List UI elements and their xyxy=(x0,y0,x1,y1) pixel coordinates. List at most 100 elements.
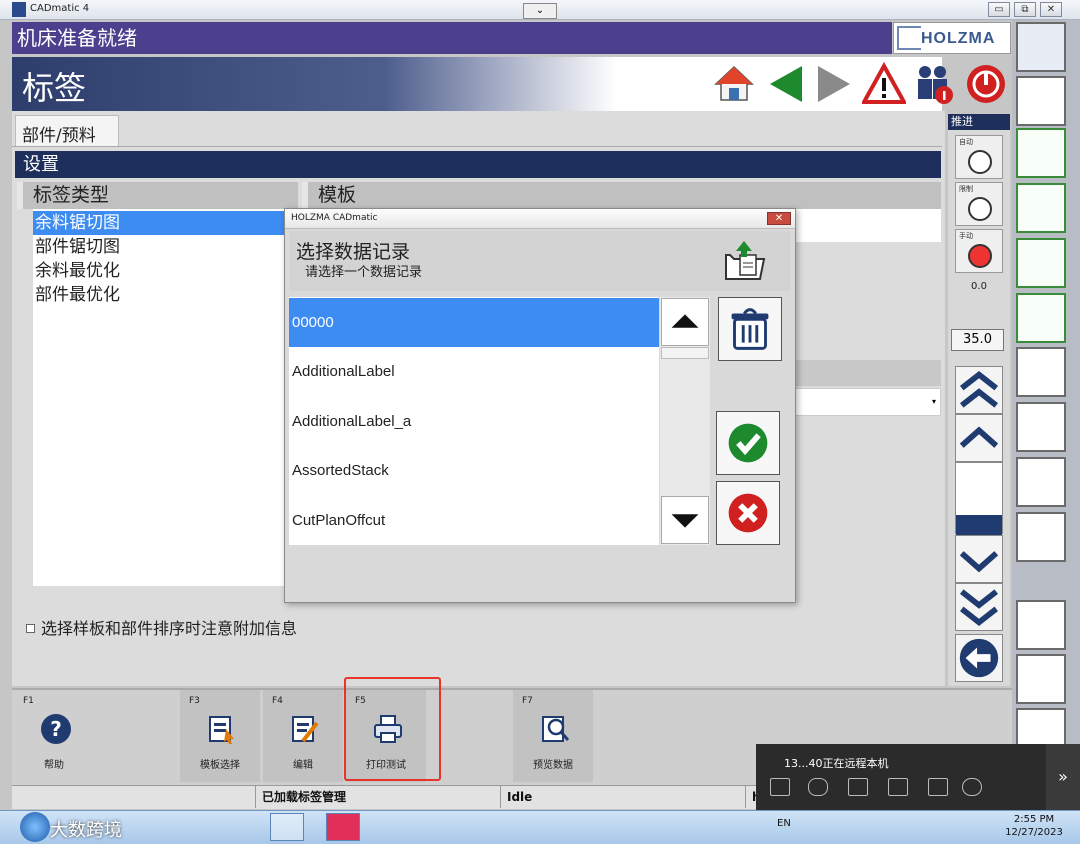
list-item[interactable]: 部件锯切图 xyxy=(33,235,285,259)
expand-panel-button[interactable]: » xyxy=(1046,744,1080,814)
watermark-text: 大数跨境 xyxy=(50,820,122,841)
scoring-saw-icon[interactable] xyxy=(1016,238,1066,288)
list-item[interactable]: AdditionalLabel xyxy=(289,347,659,396)
label-type-list: 余料锯切图 部件锯切图 余料最优化 部件最优化 xyxy=(33,209,285,586)
fkey-caption: 模板选择 xyxy=(200,760,240,771)
list-item[interactable]: AssortedStack xyxy=(289,446,659,495)
alignment-icon[interactable] xyxy=(1016,512,1066,562)
emergency-stop-icon[interactable] xyxy=(964,62,1008,106)
spindle-icon[interactable] xyxy=(1016,402,1066,452)
text-icon[interactable] xyxy=(888,778,908,796)
manual-mode-button[interactable]: 手动 xyxy=(955,229,1003,273)
edit-icon xyxy=(292,716,319,743)
list-item[interactable]: 余料锯切图 xyxy=(33,211,285,235)
list-item[interactable]: CutPlanOffcut xyxy=(289,496,659,545)
down-icon[interactable] xyxy=(955,535,1003,583)
slider-thumb[interactable] xyxy=(956,515,1002,535)
scrollbar-thumb[interactable] xyxy=(661,347,709,359)
limit-mode-button[interactable]: 限制 xyxy=(955,182,1003,226)
f1-help-button[interactable]: F1 ? 帮助 xyxy=(14,690,94,782)
hand-icon xyxy=(968,244,992,268)
fkey-label: F7 xyxy=(522,696,533,706)
warning-icon[interactable] xyxy=(862,62,906,106)
speed-value-box: 35.0 xyxy=(951,329,1004,351)
auto-mode-label: 自动 xyxy=(959,138,973,146)
calculator-app-icon[interactable] xyxy=(172,813,206,841)
template-select-icon xyxy=(209,716,234,744)
machine-layout-icon[interactable] xyxy=(1016,22,1066,72)
close-window-button[interactable]: ✕ xyxy=(1040,2,1062,17)
keyboard-icon[interactable] xyxy=(848,778,868,796)
push-panel-header: 推进 xyxy=(948,114,1010,130)
f7-preview-data-button[interactable]: F7 预览数据 xyxy=(513,690,593,782)
grid-icon[interactable] xyxy=(1016,600,1066,650)
fkey-caption: 编辑 xyxy=(293,760,313,771)
tab-parts-offcuts[interactable]: 部件/预料 xyxy=(15,115,119,147)
back-arrow-icon[interactable] xyxy=(764,62,808,106)
saw-settings-icon[interactable] xyxy=(1016,347,1066,397)
speed-readout: 0.0 xyxy=(971,281,987,292)
start-button-icon[interactable] xyxy=(20,812,50,842)
fast-down-icon[interactable] xyxy=(955,583,1003,631)
scroll-down-icon[interactable] xyxy=(661,496,709,544)
chat-icon[interactable] xyxy=(770,778,790,796)
dialog-title: HOLZMA CADmatic xyxy=(285,209,795,229)
saw-carriage-icon[interactable] xyxy=(1016,457,1066,507)
maintenance-icon[interactable] xyxy=(1016,654,1066,704)
delete-trash-icon[interactable] xyxy=(718,297,782,361)
scroll-up-icon[interactable] xyxy=(661,298,709,346)
clamp-icon[interactable] xyxy=(1016,128,1066,178)
list-item[interactable]: 00000 xyxy=(289,298,659,347)
list-item[interactable]: AdditionalLabel_a xyxy=(289,397,659,446)
remote-app-icon[interactable] xyxy=(326,813,360,841)
list-item[interactable]: 余料最优化 xyxy=(33,259,285,283)
status-message: 已加载标签管理 xyxy=(255,786,500,808)
page-title: 标签 xyxy=(22,69,87,107)
minimize-button[interactable]: ▭ xyxy=(988,2,1010,17)
list-item[interactable]: 部件最优化 xyxy=(33,283,285,307)
up-icon[interactable] xyxy=(955,414,1003,462)
fkey-caption: 帮助 xyxy=(44,760,64,771)
taskbar-clock[interactable]: 2:55 PM 12/27/2023 xyxy=(1000,813,1068,839)
machine-status-bar: 机床准备就绪 xyxy=(12,22,892,54)
main-saw-icon[interactable] xyxy=(1016,293,1066,343)
microphone-icon[interactable] xyxy=(808,778,828,796)
status-state: Idle xyxy=(500,786,745,808)
template-dropdown[interactable]: ▾ xyxy=(795,388,941,416)
dialog-subheading: 请选择一个数据记录 xyxy=(305,265,423,280)
window-title-bar: CADmatic 4 ⌄ ▭ ⧉ ✕ xyxy=(0,0,1080,20)
window-dropdown-button[interactable]: ⌄ xyxy=(523,3,557,19)
highlight-frame xyxy=(344,677,441,781)
file-explorer-icon[interactable] xyxy=(222,813,256,841)
logo-text: HOLZMA xyxy=(921,30,996,47)
section-header xyxy=(795,360,941,386)
program-icon[interactable] xyxy=(1016,183,1066,233)
forward-arrow-icon[interactable] xyxy=(812,62,856,106)
home-icon[interactable] xyxy=(712,62,756,106)
notice-checkbox[interactable]: 选择样板和部件排序时注意附加信息 xyxy=(26,615,297,639)
confirm-check-icon[interactable] xyxy=(716,411,780,475)
template-column-header: 模板 xyxy=(302,182,941,209)
cadmatic-app-icon[interactable] xyxy=(270,813,304,841)
position-slider[interactable] xyxy=(955,462,1003,535)
auto-mode-button[interactable]: 自动 xyxy=(955,135,1003,179)
file-transfer-icon[interactable] xyxy=(928,778,948,796)
label-type-column-header: 标签类型 xyxy=(17,182,298,209)
saw-blade-icon[interactable] xyxy=(1016,76,1066,126)
open-file-icon[interactable] xyxy=(722,239,768,283)
cancel-x-icon[interactable] xyxy=(716,481,780,545)
settings-header: 设置 xyxy=(15,151,941,178)
operator-info-icon[interactable] xyxy=(912,62,956,106)
return-arrow-icon[interactable] xyxy=(955,634,1003,682)
f4-edit-button[interactable]: F4 编辑 xyxy=(263,690,343,782)
svg-text:?: ? xyxy=(50,717,62,741)
f3-template-select-button[interactable]: F3 模板选择 xyxy=(180,690,260,782)
tray-language[interactable]: EN xyxy=(777,818,791,829)
close-session-icon[interactable] xyxy=(962,778,982,796)
limit-icon xyxy=(968,197,992,221)
restore-button[interactable]: ⧉ xyxy=(1014,2,1036,17)
checkbox-icon[interactable] xyxy=(26,624,35,633)
fast-up-icon[interactable] xyxy=(955,366,1003,414)
fkey-caption: 预览数据 xyxy=(533,760,573,771)
dialog-close-button[interactable]: ✕ xyxy=(767,212,791,225)
